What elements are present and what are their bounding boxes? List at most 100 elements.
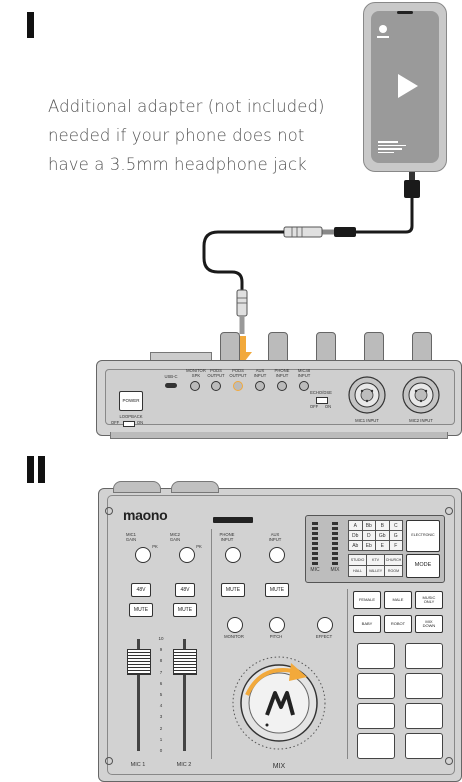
fader-cap-1[interactable] <box>127 649 151 675</box>
fader-scale-tick: 3 <box>159 714 163 720</box>
screw-tl <box>105 507 113 515</box>
mic2-input-label: MIC2 INPUT <box>409 418 433 423</box>
pad-4[interactable] <box>405 673 443 699</box>
aux-input-knob[interactable] <box>269 547 285 563</box>
knob-top-4 <box>364 332 384 362</box>
fader-label-mic2: MIC 2 <box>176 762 192 768</box>
mic-meter-label: MIC <box>310 567 320 573</box>
mixer-side-panel: POWER LOOPBACK OFF ON USB-C MONITOR SPK … <box>96 360 462 436</box>
pad-2[interactable] <box>405 643 443 669</box>
mic1-gain-knob[interactable] <box>135 547 151 563</box>
knob-top-1 <box>220 332 240 362</box>
voice-button[interactable]: BABY <box>353 615 381 633</box>
port-pods-2[interactable] <box>233 381 243 391</box>
adapter-cable <box>356 198 414 234</box>
port-label-monitor: MONITOR SPK <box>186 368 206 378</box>
mix-meter-label: MIX <box>330 567 340 573</box>
mic-meter <box>312 522 318 566</box>
voice-button[interactable]: MALE <box>384 591 412 609</box>
phone-input-knob[interactable] <box>225 547 241 563</box>
chord-grid: A Bb B C Db D Gb G Ab Eb E F <box>348 520 403 551</box>
effect-knob-label: EFFECT <box>315 634 333 639</box>
port-mic48[interactable] <box>299 381 309 391</box>
pad-6[interactable] <box>405 703 443 729</box>
mic1-mute-button[interactable]: MUTE <box>129 603 153 617</box>
mic2-48v-button[interactable]: 48V <box>175 583 195 597</box>
mic1-gain-label: MIC1 GAIN <box>125 532 137 542</box>
mode-button[interactable]: MODE <box>406 554 440 578</box>
aux-mute-button[interactable]: MUTE <box>265 583 289 597</box>
fader-scale-tick: 1 <box>159 736 163 742</box>
port-phone[interactable] <box>277 381 287 391</box>
port-label-aux: AUX INPUT <box>253 368 267 378</box>
aux-plug-tip <box>322 229 334 235</box>
phone-mute-button[interactable]: MUTE <box>221 583 245 597</box>
rotate-arrow-icon <box>245 663 307 696</box>
voice-button[interactable]: FEMALE <box>353 591 381 609</box>
reverb-grid: STUDIO KTV CHURCH HALL VALLEY ROOM <box>348 554 403 577</box>
knob-top-2 <box>268 332 288 362</box>
chord-key[interactable]: E <box>375 540 390 551</box>
mix-meter <box>332 522 338 566</box>
mic2-gain-label: MIC2 GAIN <box>169 532 181 542</box>
mic1-xlr-jack[interactable] <box>347 375 387 415</box>
pad-5[interactable] <box>357 703 395 729</box>
usb-c-adapter-body <box>404 180 420 198</box>
effect-knob[interactable] <box>317 617 333 633</box>
pad-3[interactable] <box>357 673 395 699</box>
fader-scale-tick: 2 <box>159 725 163 731</box>
fader-scale-tick: 6 <box>159 680 163 686</box>
reverb-key[interactable]: ROOM <box>384 565 403 577</box>
monitor-knob[interactable] <box>227 617 243 633</box>
port-label-phone: PHONE INPUT <box>274 368 290 378</box>
mic2-mute-button[interactable]: MUTE <box>173 603 197 617</box>
port-monitor[interactable] <box>190 381 200 391</box>
pad-8[interactable] <box>405 733 443 759</box>
fader-label-mic1: MIC 1 <box>130 762 146 768</box>
port-label-pods-2: PODS OUTPUT <box>229 368 247 378</box>
led-strip <box>213 517 253 523</box>
phone-input-label: PHONE INPUT <box>219 532 235 542</box>
step-two-marker-a <box>27 456 34 483</box>
echo-off: OFF <box>309 404 319 409</box>
fader-scale-tick: 0 <box>159 748 163 753</box>
port-aux[interactable] <box>255 381 265 391</box>
reverb-key[interactable]: HALL <box>348 565 367 577</box>
chord-key[interactable]: Ab <box>348 540 363 551</box>
loopback-off: OFF <box>110 420 120 425</box>
chord-key[interactable]: F <box>388 540 403 551</box>
voice-button[interactable]: MUSIC ONLY <box>415 591 443 609</box>
electronic-button[interactable]: ELECTRONIC <box>406 520 440 552</box>
display-panel: MIC MIX A Bb B C Db D Gb G Ab Eb E F ELECTRONIC STU… <box>305 515 445 583</box>
fader-scale-tick: 9 <box>159 647 163 653</box>
fader-scale-tick: 7 <box>159 669 163 675</box>
step-two-marker-b <box>38 456 45 483</box>
mic1-48v-button[interactable]: 48V <box>131 583 151 597</box>
mic2-xlr-jack[interactable] <box>401 375 441 415</box>
mixer-top-view: maono MIC1 GAIN PK 48V MUTE MIC2 GAIN PK… <box>98 481 462 782</box>
power-button[interactable]: POWER <box>119 391 143 411</box>
fader-scale: 10 9 8 7 6 5 4 3 2 1 0 <box>155 636 167 753</box>
echo-label: ECHO/DSE <box>310 390 332 395</box>
port-label-pods-1: PODS OUTPUT <box>207 368 225 378</box>
mix-label: MIX <box>272 763 286 770</box>
usb-c-adapter-plug <box>409 172 415 180</box>
adapter-socket <box>334 227 356 237</box>
usb-c-label: USB-C <box>164 374 178 379</box>
echo-switch[interactable] <box>316 397 328 404</box>
pad-1[interactable] <box>357 643 395 669</box>
mic1-input-label: MIC1 INPUT <box>355 418 379 423</box>
mic2-gain-knob[interactable] <box>179 547 195 563</box>
pitch-knob[interactable] <box>269 617 285 633</box>
voice-button[interactable]: MIX DOWN <box>415 615 443 633</box>
chord-key[interactable]: Eb <box>361 540 376 551</box>
pad-7[interactable] <box>357 733 395 759</box>
voice-button[interactable]: ROBOT <box>384 615 412 633</box>
port-pods-1[interactable] <box>211 381 221 391</box>
reverb-key[interactable]: VALLEY <box>366 565 385 577</box>
screw-br <box>445 757 453 765</box>
loopback-switch[interactable] <box>123 421 135 427</box>
fader-cap-2[interactable] <box>173 649 197 675</box>
fader-scale-tick: 10 <box>158 636 164 641</box>
usb-c-port[interactable] <box>165 383 177 388</box>
